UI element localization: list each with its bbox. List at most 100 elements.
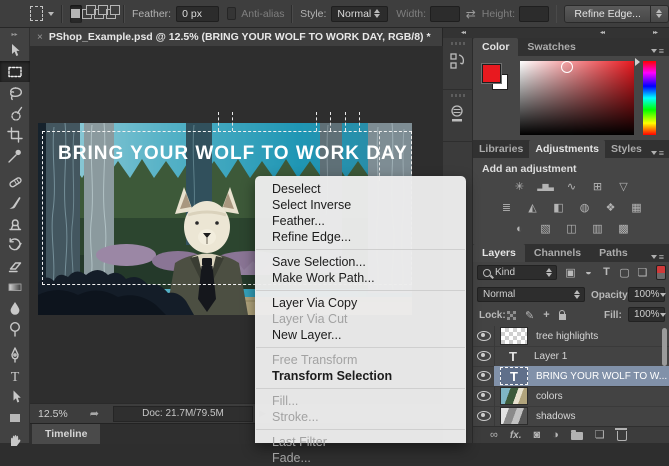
feather-input[interactable]: 0 px	[176, 6, 219, 22]
history-panel-button[interactable]	[443, 38, 473, 90]
add-to-selection-mode-button[interactable]	[82, 5, 94, 23]
eraser-tool[interactable]	[0, 255, 30, 276]
layer-thumbnail[interactable]: T	[500, 367, 528, 385]
vibrance-icon[interactable]: ▽	[615, 180, 631, 194]
move-tool[interactable]	[0, 40, 30, 61]
hand-tool[interactable]	[0, 428, 30, 449]
threshold-icon[interactable]: ◫	[563, 222, 579, 236]
menu-item-deselect[interactable]: Deselect	[255, 181, 466, 197]
new-group-icon[interactable]	[571, 432, 583, 440]
properties-panel-button[interactable]	[443, 90, 473, 142]
lock-transparent-pixels-icon[interactable]	[507, 311, 516, 320]
photo-filter-icon[interactable]: ◍	[576, 201, 592, 215]
rectangle-shape-tool[interactable]	[0, 407, 30, 428]
filter-type-layers-icon[interactable]: T	[599, 266, 614, 279]
exposure-icon[interactable]: ⊞	[589, 180, 605, 194]
lock-image-pixels-icon[interactable]: ✎	[525, 309, 534, 322]
blur-tool[interactable]	[0, 297, 30, 318]
quick-selection-tool[interactable]	[0, 103, 30, 124]
tab-adjustments[interactable]: Adjustments	[529, 140, 605, 158]
tool-preset-caret[interactable]	[48, 12, 54, 16]
delete-layer-icon[interactable]	[617, 431, 627, 441]
curves-icon[interactable]: ∿	[563, 180, 579, 194]
menu-item-save-selection[interactable]: Save Selection...	[255, 254, 466, 270]
color-lookup-icon[interactable]: ▦	[628, 201, 644, 215]
posterize-icon[interactable]: ▧	[537, 222, 553, 236]
pen-tool[interactable]	[0, 344, 30, 365]
layer-filter-kind-dropdown[interactable]: Kind	[477, 265, 557, 280]
layers-scrollbar[interactable]	[662, 328, 667, 366]
black-and-white-icon[interactable]: ◧	[550, 201, 566, 215]
filter-adjustment-layers-icon[interactable]: ◒	[581, 266, 596, 279]
filter-smart-objects-icon[interactable]: ❏	[635, 266, 650, 279]
channel-mixer-icon[interactable]: ❖	[602, 201, 618, 215]
width-input[interactable]	[430, 6, 460, 22]
swap-dimensions-icon[interactable]: ⇄	[466, 7, 476, 21]
menu-item-layer-via-copy[interactable]: Layer Via Copy	[255, 295, 466, 311]
layer-mask-icon[interactable]: ◙	[534, 427, 541, 444]
color-balance-icon[interactable]: ◭	[524, 201, 540, 215]
new-layer-icon[interactable]: ❏	[595, 427, 605, 444]
hue-spectrum-slider[interactable]	[643, 61, 656, 135]
rectangular-marquee-tool[interactable]	[0, 61, 30, 82]
layer-effects-icon[interactable]: fx.	[510, 427, 522, 444]
eyedropper-tool[interactable]	[0, 145, 30, 166]
tab-timeline[interactable]: Timeline	[32, 424, 100, 444]
zoom-level-field[interactable]: 12.5%	[38, 408, 68, 420]
adjustments-panel-menu-icon[interactable]: ≡	[651, 148, 669, 158]
invert-icon[interactable]: ◐	[511, 222, 527, 236]
share-icon[interactable]: ➦	[90, 407, 99, 420]
visibility-cell[interactable]	[473, 386, 495, 406]
anti-alias-checkbox[interactable]	[227, 7, 236, 20]
style-dropdown[interactable]: Normal	[331, 6, 388, 22]
toolbar-collapse-icon[interactable]: ▸▸	[0, 28, 29, 40]
filter-shape-layers-icon[interactable]: ▢	[617, 266, 632, 279]
menu-item-transform-selection[interactable]: Transform Selection	[255, 368, 466, 384]
lock-all-icon[interactable]	[559, 314, 566, 320]
visibility-cell[interactable]	[473, 406, 495, 426]
refine-edge-button[interactable]: Refine Edge...	[564, 5, 651, 23]
adjustment-layer-icon[interactable]: ◑	[552, 427, 559, 444]
selective-color-icon[interactable]: ▩	[615, 222, 631, 236]
menu-item-select-inverse[interactable]: Select Inverse	[255, 197, 466, 213]
lasso-tool[interactable]	[0, 82, 30, 103]
icon-dock-collapse-icon[interactable]: ◂◂	[461, 29, 465, 36]
height-input[interactable]	[519, 6, 549, 22]
lock-position-icon[interactable]: +	[543, 309, 549, 321]
dock-collapse-left-icon[interactable]: ◂◂	[600, 29, 604, 36]
layer-row-shadows[interactable]: shadows	[473, 406, 669, 427]
layer-thumbnail[interactable]	[500, 387, 528, 405]
link-layers-icon[interactable]: ∞	[490, 427, 498, 444]
foreground-color-chip[interactable]	[482, 64, 501, 83]
tool-preset-icon[interactable]	[30, 6, 44, 21]
path-selection-tool[interactable]	[0, 386, 30, 407]
history-brush-tool[interactable]	[0, 234, 30, 255]
menu-item-new-layer[interactable]: New Layer...	[255, 327, 466, 343]
color-panel-menu-icon[interactable]: ≡	[651, 46, 669, 56]
layer-row-layer-1[interactable]: T Layer 1	[473, 346, 669, 367]
tab-layers[interactable]: Layers	[473, 244, 525, 262]
tab-paths[interactable]: Paths	[590, 244, 637, 262]
menu-item-make-work-path[interactable]: Make Work Path...	[255, 270, 466, 286]
blend-mode-dropdown[interactable]: Normal	[477, 287, 585, 302]
layer-thumbnail[interactable]	[500, 327, 528, 345]
levels-icon[interactable]: ▂▆▃	[537, 180, 553, 194]
visibility-cell[interactable]	[473, 326, 495, 346]
gradient-map-icon[interactable]: ▥	[589, 222, 605, 236]
spot-healing-brush-tool[interactable]	[0, 171, 30, 192]
tab-color[interactable]: Color	[473, 38, 518, 56]
layer-thumbnail[interactable]: T	[500, 348, 526, 364]
brightness-contrast-icon[interactable]: ✳	[511, 180, 527, 194]
menu-item-feather[interactable]: Feather...	[255, 213, 466, 229]
filter-pixel-layers-icon[interactable]: ▣	[563, 266, 578, 279]
layer-row-colors[interactable]: colors	[473, 386, 669, 407]
layer-thumbnail[interactable]	[500, 407, 528, 425]
document-tab[interactable]: × PShop_Example.psd @ 12.5% (BRING YOUR …	[30, 28, 443, 46]
visibility-cell[interactable]	[473, 346, 495, 366]
dock-collapse-right-icon[interactable]: ▸▸	[653, 29, 657, 36]
tab-styles[interactable]: Styles	[605, 140, 648, 158]
visibility-cell[interactable]	[473, 366, 495, 386]
layer-filter-toggle[interactable]	[656, 265, 666, 280]
tab-swatches[interactable]: Swatches	[518, 38, 584, 56]
hue-saturation-icon[interactable]: ≣	[498, 201, 514, 215]
